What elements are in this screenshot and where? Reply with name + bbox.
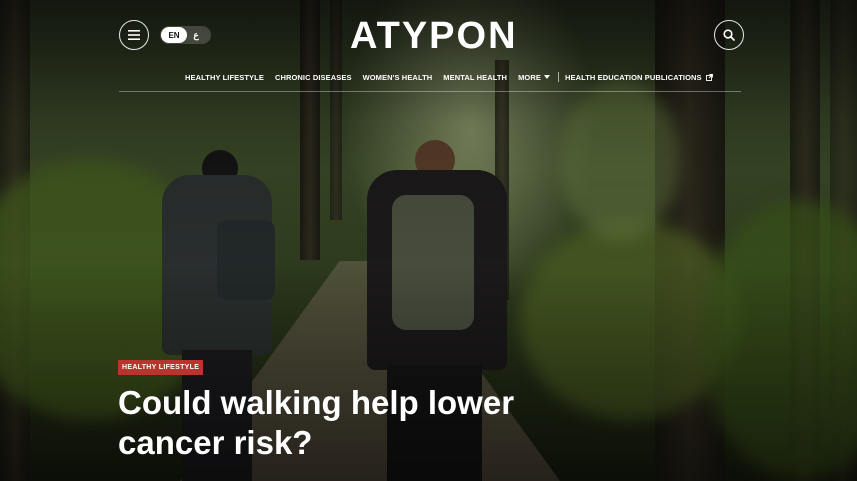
language-en[interactable]: EN bbox=[161, 27, 187, 43]
menu-button[interactable] bbox=[119, 20, 149, 50]
nav-more-label: MORE bbox=[518, 72, 541, 82]
nav-item-womens-health[interactable]: WOMEN'S HEALTH bbox=[363, 73, 433, 82]
nav-item-chronic-diseases[interactable]: CHRONIC DISEASES bbox=[275, 73, 352, 82]
caret-down-icon bbox=[543, 75, 550, 79]
main-nav: HEALTHY LIFESTYLE CHRONIC DISEASES WOMEN… bbox=[185, 72, 724, 82]
search-icon bbox=[723, 29, 735, 41]
external-link-icon bbox=[705, 73, 713, 81]
site-logo[interactable]: ATYPON bbox=[350, 14, 516, 58]
article-headline[interactable]: Could walking help lower cancer risk? bbox=[118, 383, 548, 463]
nav-divider-line bbox=[119, 91, 741, 92]
nav-item-health-education-publications[interactable]: HEALTH EDUCATION PUBLICATIONS bbox=[565, 73, 713, 82]
language-arabic[interactable]: ع bbox=[187, 28, 205, 42]
hamburger-menu-icon bbox=[128, 30, 140, 40]
search-button[interactable] bbox=[714, 20, 744, 50]
nav-item-healthy-lifestyle[interactable]: HEALTHY LIFESTYLE bbox=[185, 73, 264, 82]
nav-divider bbox=[557, 72, 559, 82]
nav-item-more[interactable]: MORE bbox=[518, 73, 550, 82]
nav-item-mental-health[interactable]: MENTAL HEALTH bbox=[443, 73, 507, 82]
category-badge[interactable]: HEALTHY LIFESTYLE bbox=[118, 360, 204, 375]
nav-external-label: HEALTH EDUCATION PUBLICATIONS bbox=[564, 72, 702, 82]
language-toggle[interactable]: EN ع bbox=[160, 26, 211, 44]
